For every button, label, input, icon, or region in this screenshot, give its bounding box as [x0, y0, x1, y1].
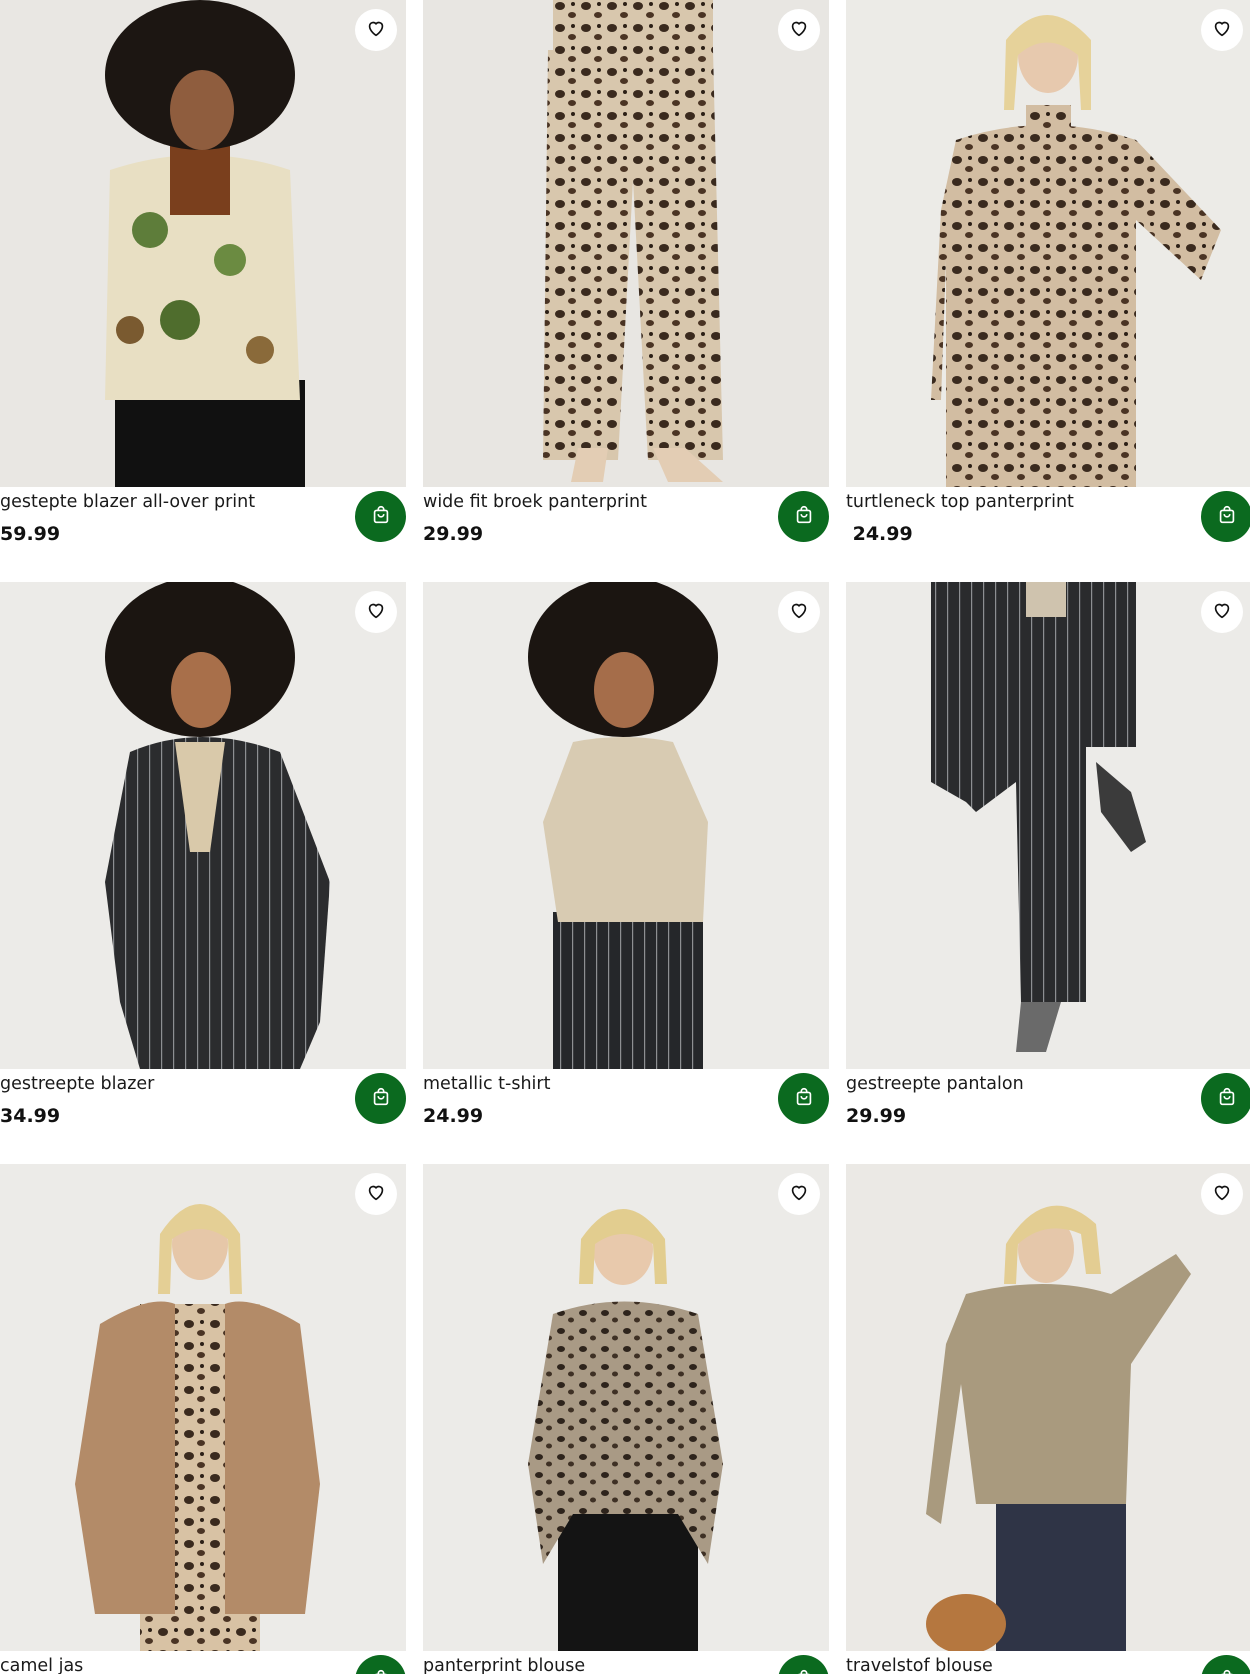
heart-icon	[1211, 17, 1233, 43]
shopping-bag-icon	[793, 504, 815, 530]
product-price: 59.99	[0, 523, 61, 545]
shopping-bag-icon	[370, 1668, 392, 1674]
product-card[interactable]: camel jas	[0, 1164, 406, 1674]
product-title[interactable]: gestreepte blazer	[0, 1073, 154, 1095]
product-price: 29.99	[846, 1105, 907, 1127]
product-image[interactable]	[846, 582, 1250, 1069]
wishlist-button[interactable]	[355, 591, 397, 633]
shopping-bag-icon	[1216, 1086, 1238, 1112]
wishlist-button[interactable]	[778, 1173, 820, 1215]
add-to-cart-button[interactable]	[355, 1073, 406, 1124]
shopping-bag-icon	[793, 1668, 815, 1674]
add-to-cart-button[interactable]	[1201, 1073, 1250, 1124]
product-card[interactable]: metallic t-shirt 24.99	[423, 582, 829, 1164]
add-to-cart-button[interactable]	[355, 1655, 406, 1674]
product-card[interactable]: gestepte blazer all-over print 59.99	[0, 0, 406, 582]
add-to-cart-button[interactable]	[355, 491, 406, 542]
product-image[interactable]	[423, 0, 829, 487]
heart-icon	[365, 1181, 387, 1207]
product-price: 24.99	[423, 1105, 484, 1127]
product-card[interactable]: travelstof blouse	[846, 1164, 1250, 1674]
wishlist-button[interactable]	[778, 9, 820, 51]
shopping-bag-icon	[370, 1086, 392, 1112]
add-to-cart-button[interactable]	[778, 1073, 829, 1124]
wishlist-button[interactable]	[1201, 591, 1243, 633]
product-card[interactable]: gestreepte blazer 34.99	[0, 582, 406, 1164]
product-title[interactable]: panterprint blouse	[423, 1655, 585, 1674]
wishlist-button[interactable]	[1201, 1173, 1243, 1215]
product-title[interactable]: turtleneck top panterprint	[846, 491, 1074, 513]
product-card[interactable]: gestreepte pantalon 29.99	[846, 582, 1250, 1164]
shopping-bag-icon	[1216, 1668, 1238, 1674]
heart-icon	[1211, 1181, 1233, 1207]
product-price: 29.99	[423, 523, 484, 545]
wishlist-button[interactable]	[1201, 9, 1243, 51]
heart-icon	[365, 17, 387, 43]
wishlist-button[interactable]	[778, 591, 820, 633]
product-title[interactable]: gestreepte pantalon	[846, 1073, 1024, 1095]
wishlist-button[interactable]	[355, 1173, 397, 1215]
product-card[interactable]: turtleneck top panterprint 24.99	[846, 0, 1250, 582]
heart-icon	[365, 599, 387, 625]
add-to-cart-button[interactable]	[778, 491, 829, 542]
product-title[interactable]: travelstof blouse	[846, 1655, 993, 1674]
product-image[interactable]	[846, 0, 1250, 487]
product-card[interactable]: wide fit broek panterprint 29.99	[423, 0, 829, 582]
product-image[interactable]	[423, 1164, 829, 1651]
product-image[interactable]	[846, 1164, 1250, 1651]
product-title[interactable]: gestepte blazer all-over print	[0, 491, 255, 513]
product-image[interactable]	[423, 582, 829, 1069]
heart-icon	[788, 1181, 810, 1207]
heart-icon	[788, 17, 810, 43]
product-image[interactable]	[0, 1164, 406, 1651]
shopping-bag-icon	[370, 504, 392, 530]
shopping-bag-icon	[1216, 504, 1238, 530]
heart-icon	[788, 599, 810, 625]
product-image[interactable]	[0, 582, 406, 1069]
wishlist-button[interactable]	[355, 9, 397, 51]
product-title[interactable]: wide fit broek panterprint	[423, 491, 647, 513]
add-to-cart-button[interactable]	[1201, 491, 1250, 542]
product-image[interactable]	[0, 0, 406, 487]
product-card[interactable]: panterprint blouse	[423, 1164, 829, 1674]
shopping-bag-icon	[793, 1086, 815, 1112]
product-title[interactable]: camel jas	[0, 1655, 83, 1674]
product-price: 34.99	[0, 1105, 61, 1127]
product-price: 24.99	[846, 523, 913, 545]
heart-icon	[1211, 599, 1233, 625]
add-to-cart-button[interactable]	[1201, 1655, 1250, 1674]
product-title[interactable]: metallic t-shirt	[423, 1073, 550, 1095]
add-to-cart-button[interactable]	[778, 1655, 829, 1674]
